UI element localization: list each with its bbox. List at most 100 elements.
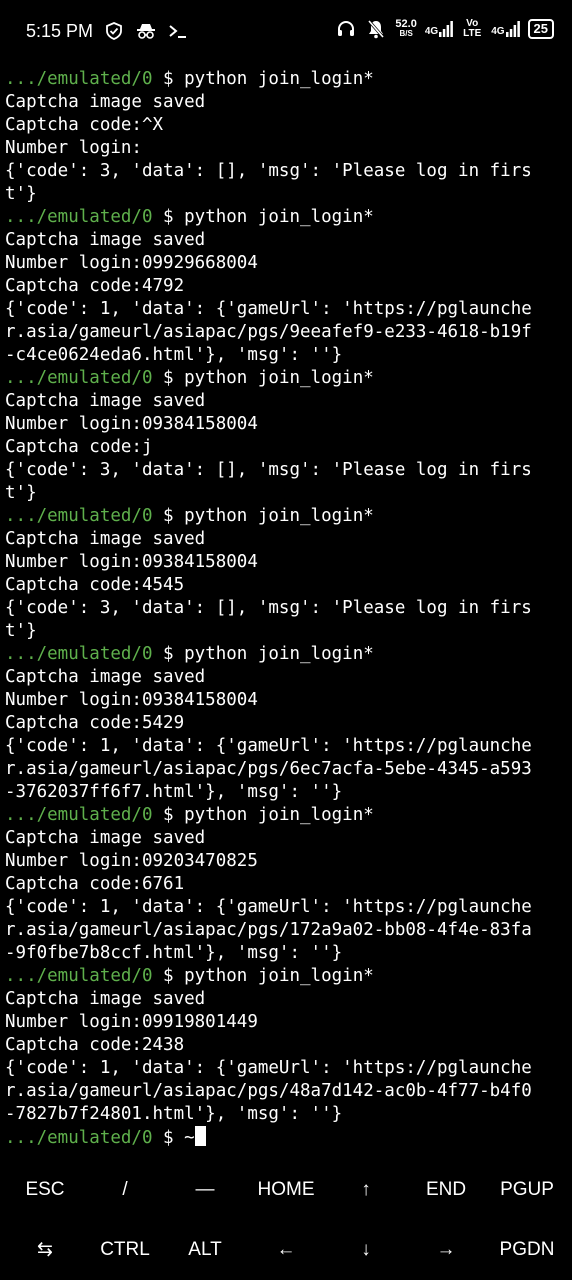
prompt-command: $ python join_login*	[152, 207, 374, 227]
terminal-line: {'code': 3, 'data': [], 'msg': 'Please l…	[5, 161, 532, 181]
prompt-path: .../emulated/0	[5, 368, 153, 388]
terminal-prompt-line: .../emulated/0 $ python join_login*	[5, 643, 567, 666]
sim2-network-type: 4G	[491, 26, 505, 37]
terminal-line: Number login:09919801449	[5, 1012, 258, 1032]
terminal-line: -9f0fbe7b8ccf.html'}, 'msg': ''}	[5, 943, 343, 963]
terminal-prompt-line: .../emulated/0 $ python join_login*	[5, 367, 567, 390]
terminal-line: Captcha code:j	[5, 437, 153, 457]
terminal-prompt-line: .../emulated/0 $ python join_login*	[5, 804, 567, 827]
terminal-prompt-icon	[167, 20, 189, 42]
extra-key-row2-2[interactable]: ALT	[165, 1220, 245, 1280]
terminal-line: Captcha code:4792	[5, 276, 185, 296]
status-bar-left: 5:15 PM	[26, 20, 189, 42]
prompt-path: .../emulated/0	[5, 1128, 153, 1148]
terminal-line: Captcha image saved	[5, 667, 206, 687]
terminal-line: t'}	[5, 621, 37, 641]
extra-keys-bar: ESC / — HOME ↑ END PGUP ⇆ CTRL ALT ← ↓ → PGDN	[0, 1160, 572, 1280]
terminal-line: Number login:09384158004	[5, 690, 258, 710]
terminal-line: Captcha code:5429	[5, 713, 185, 733]
prompt-path: .../emulated/0	[5, 207, 153, 227]
extra-key-row1-3[interactable]: HOME	[246, 1160, 326, 1220]
prompt-command: $ python join_login*	[152, 644, 374, 664]
terminal-line: Captcha code:^X	[5, 115, 164, 135]
extra-key-row2-4[interactable]: ↓	[326, 1220, 406, 1280]
headset-icon	[335, 18, 357, 40]
terminal-line: Captcha image saved	[5, 230, 206, 250]
terminal-line: {'code': 3, 'data': [], 'msg': 'Please l…	[5, 460, 532, 480]
battery-icon: 25	[527, 19, 554, 39]
shield-check-icon	[103, 20, 125, 42]
terminal-line: r.asia/gameurl/asiapac/pgs/9eeafef9-e233…	[5, 322, 532, 342]
terminal-line: Captcha code:6761	[5, 874, 185, 894]
extra-key-row2-3[interactable]: ←	[246, 1220, 326, 1280]
terminal-line: Captcha code:4545	[5, 575, 185, 595]
prompt-command: $ python join_login*	[152, 368, 374, 388]
signal-bars-icon	[505, 21, 520, 37]
terminal-line: Captcha image saved	[5, 391, 206, 411]
extra-key-row1-5[interactable]: END	[406, 1160, 486, 1220]
terminal-prompt-line: .../emulated/0 $ python join_login*	[5, 505, 567, 528]
terminal-line: -3762037ff6f7.html'}, 'msg': ''}	[5, 782, 343, 802]
terminal-prompt-line: .../emulated/0 $ python join_login*	[5, 206, 567, 229]
volte-indicator: Vo LTE	[463, 18, 482, 39]
terminal-line: Number login:	[5, 138, 142, 158]
prompt-command: $ python join_login*	[152, 506, 374, 526]
extra-key-row1-4[interactable]: ↑	[326, 1160, 406, 1220]
extra-key-row2-1[interactable]: CTRL	[85, 1220, 165, 1280]
network-speed: 52.0 B/S	[395, 19, 416, 39]
sim1-signal: 4G	[424, 21, 454, 37]
terminal-line: {'code': 1, 'data': {'gameUrl': 'https:/…	[5, 299, 532, 319]
terminal-line: Number login:09203470825	[5, 851, 258, 871]
text-cursor	[194, 1126, 206, 1146]
prompt-path: .../emulated/0	[5, 644, 153, 664]
terminal-line: Number login:09384158004	[5, 552, 258, 572]
sim2-signal: 4G	[491, 21, 520, 37]
incognito-icon	[135, 20, 157, 42]
sim1-network-type: 4G	[424, 26, 439, 37]
terminal-prompt-line: .../emulated/0 $ python join_login*	[5, 68, 567, 91]
clock: 5:15 PM	[26, 20, 94, 41]
extra-key-row1-6[interactable]: PGUP	[487, 1160, 567, 1220]
terminal-line: r.asia/gameurl/asiapac/pgs/48a7d142-ac0b…	[5, 1081, 532, 1101]
prompt-command: $ python join_login*	[152, 69, 374, 89]
prompt-path: .../emulated/0	[5, 805, 153, 825]
extra-key-row2-6[interactable]: PGDN	[487, 1220, 567, 1280]
terminal-line: Captcha image saved	[5, 989, 206, 1009]
prompt-path: .../emulated/0	[5, 69, 153, 89]
terminal-line: t'}	[5, 483, 37, 503]
prompt-command: $ ~	[152, 1128, 195, 1148]
status-bar: 5:15 PM 52.0 B/S 4G Vo LTE 4G 25	[0, 0, 572, 64]
extra-key-row2-0[interactable]: ⇆	[5, 1220, 85, 1280]
terminal-line: {'code': 1, 'data': {'gameUrl': 'https:/…	[5, 897, 532, 917]
prompt-path: .../emulated/0	[5, 506, 153, 526]
terminal-line: Captcha code:2438	[5, 1035, 185, 1055]
terminal-line: Captcha image saved	[5, 828, 206, 848]
muted-bell-icon	[365, 18, 387, 40]
prompt-command: $ python join_login*	[152, 966, 374, 986]
terminal-prompt-line: .../emulated/0 $ python join_login*	[5, 965, 567, 988]
prompt-command: $ python join_login*	[152, 805, 374, 825]
extra-key-row1-2[interactable]: —	[165, 1160, 245, 1220]
terminal-line: {'code': 3, 'data': [], 'msg': 'Please l…	[5, 598, 532, 618]
terminal-line: -c4ce0624eda6.html'}, 'msg': ''}	[5, 345, 343, 365]
extra-key-row1-1[interactable]: /	[85, 1160, 165, 1220]
extra-key-row1-0[interactable]: ESC	[5, 1160, 85, 1220]
signal-bars-icon	[439, 21, 454, 37]
terminal-line: r.asia/gameurl/asiapac/pgs/172a9a02-bb08…	[5, 920, 532, 940]
prompt-path: .../emulated/0	[5, 966, 153, 986]
terminal-line: r.asia/gameurl/asiapac/pgs/6ec7acfa-5ebe…	[5, 759, 532, 779]
terminal-line: Captcha image saved	[5, 529, 206, 549]
terminal-line: {'code': 1, 'data': {'gameUrl': 'https:/…	[5, 736, 532, 756]
terminal-line: {'code': 1, 'data': {'gameUrl': 'https:/…	[5, 1058, 532, 1078]
network-speed-unit: B/S	[399, 29, 413, 38]
terminal-output[interactable]: .../emulated/0 $ python join_login* Captc…	[5, 68, 567, 1156]
status-bar-right: 52.0 B/S 4G Vo LTE 4G 25	[335, 18, 554, 40]
network-speed-value: 52.0	[395, 18, 417, 30]
terminal-line: Captcha image saved	[5, 92, 206, 112]
extra-key-row2-5[interactable]: →	[406, 1220, 486, 1280]
terminal-line: Number login:09384158004	[5, 414, 258, 434]
terminal-active-prompt: .../emulated/0 $ ~	[5, 1126, 567, 1150]
terminal-line: t'}	[5, 184, 37, 204]
terminal-line: Number login:09929668004	[5, 253, 258, 273]
terminal-line: -7827b7f24801.html'}, 'msg': ''}	[5, 1104, 343, 1124]
